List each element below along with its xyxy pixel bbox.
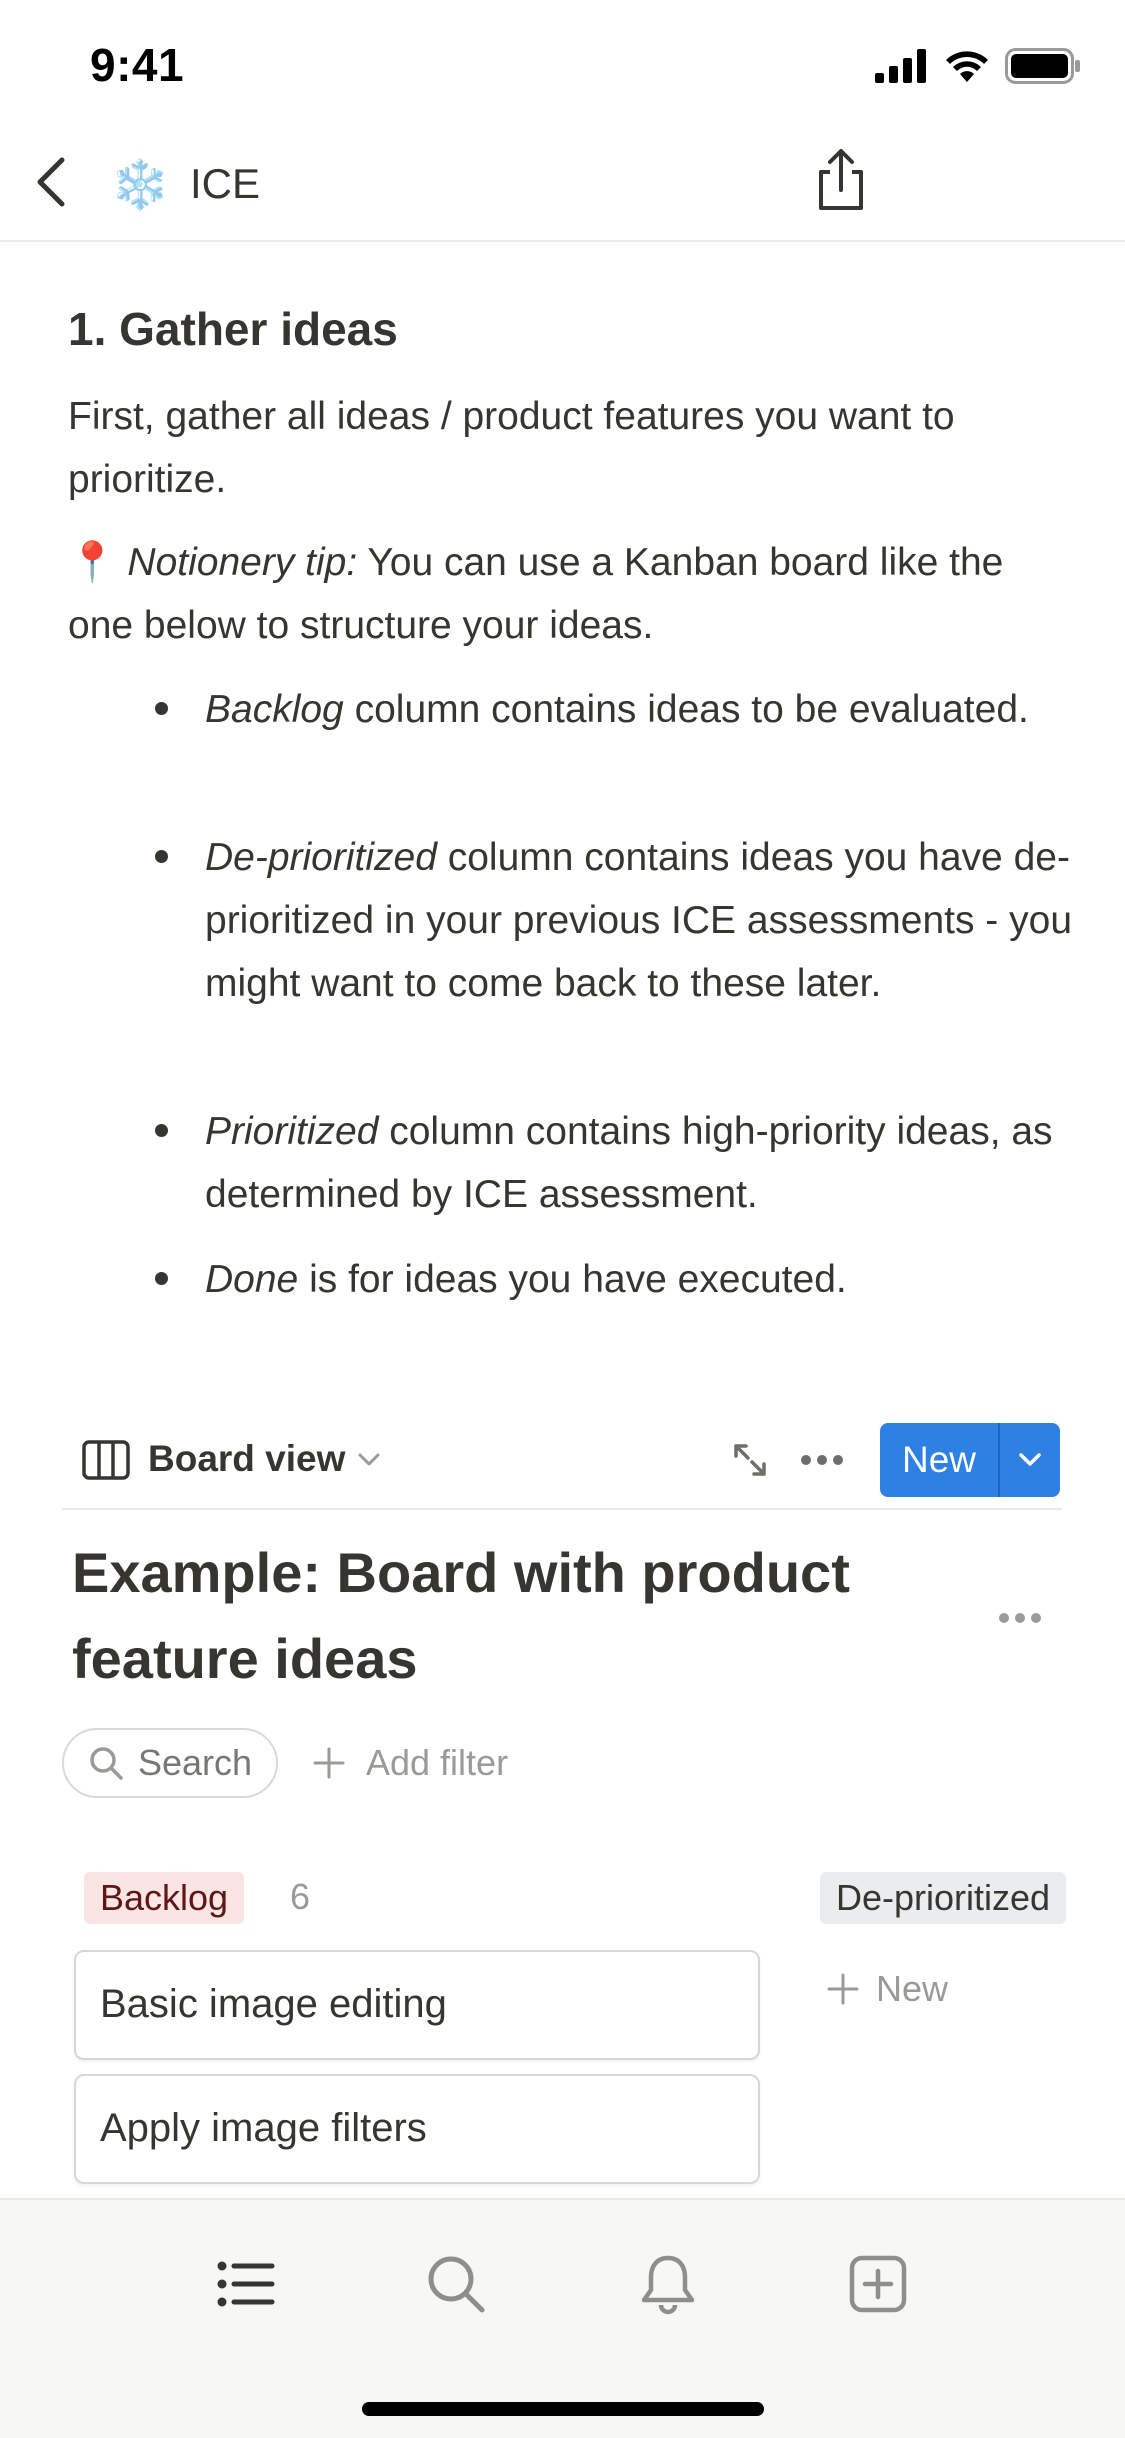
tip-label: Notionery tip: [127, 541, 358, 584]
share-icon[interactable] [812, 148, 870, 212]
tip-paragraph: 📍 Notionery tip: You can use a Kanban bo… [68, 531, 1068, 657]
add-filter-label: Add filter [366, 1742, 509, 1783]
page-title[interactable]: ICE [190, 160, 260, 208]
home-indicator [362, 2402, 764, 2416]
wifi-icon [946, 51, 988, 82]
card-title: Basic image editing [100, 1982, 447, 2026]
bullet-item-prioritized: Prioritized column contains high-priorit… [205, 1110, 1053, 1216]
board-card[interactable]: Apply image filters [74, 2074, 760, 2184]
plus-icon [827, 1973, 859, 2005]
intro-paragraph: First, gather all ideas / product featur… [68, 395, 955, 501]
bullet-item-done: Done is for ideas you have executed. [205, 1258, 847, 1301]
search-label: Search [138, 1742, 253, 1783]
database-title[interactable]: Example: Board with product feature idea… [72, 1530, 972, 1702]
bullet-marker [155, 702, 168, 715]
status-icons [875, 48, 1081, 84]
back-chevron-icon[interactable] [28, 152, 78, 212]
status-time: 9:41 [90, 39, 185, 91]
column-new-button[interactable]: New [826, 1968, 948, 2010]
section-heading: 1. Gather ideas [68, 303, 398, 355]
list-icon[interactable] [214, 2252, 278, 2316]
bullet-item-backlog: Backlog column contains ideas to be eval… [205, 688, 1029, 731]
bullet-item-deprioritized: De-prioritized column contains ideas you… [205, 836, 1073, 1005]
search-icon [90, 1747, 123, 1780]
add-filter-button[interactable]: Add filter [312, 1742, 508, 1784]
expand-icon[interactable] [730, 1440, 770, 1480]
more-options-icon[interactable] [998, 1612, 1042, 1624]
pushpin-icon: 📍 [68, 541, 117, 584]
bell-icon[interactable] [636, 2252, 700, 2316]
board-view-icon[interactable] [82, 1440, 130, 1480]
column-tag-backlog[interactable]: Backlog [84, 1872, 245, 1924]
board-card[interactable]: Basic image editing [74, 1950, 760, 2060]
board-view-selector[interactable]: Board view [148, 1438, 345, 1480]
chevron-down-icon[interactable] [356, 1450, 382, 1470]
new-item-button[interactable]: New [880, 1423, 1060, 1497]
new-dropdown-button[interactable] [1000, 1451, 1060, 1469]
chevron-down-icon[interactable] [1017, 1451, 1043, 1469]
more-options-icon[interactable] [800, 1454, 844, 1466]
search-button[interactable]: Search [62, 1728, 278, 1798]
plus-square-icon[interactable] [846, 2252, 910, 2316]
column-new-label: New [876, 1968, 949, 2009]
column-tag-deprioritized[interactable]: De-prioritized [820, 1872, 1067, 1924]
cellular-signal-icon [875, 49, 926, 83]
new-button-label[interactable]: New [880, 1439, 998, 1481]
bullet-marker [155, 1272, 168, 1285]
toolbar-divider [62, 1508, 1062, 1510]
search-icon[interactable] [424, 2252, 488, 2316]
page-emoji-icon: ❄️ [110, 159, 170, 212]
bullet-marker [155, 850, 168, 863]
battery-icon [1005, 48, 1080, 84]
plus-icon [313, 1747, 345, 1779]
column-count: 6 [290, 1876, 311, 1917]
card-title: Apply image filters [100, 2106, 427, 2150]
bullet-marker [155, 1124, 168, 1137]
